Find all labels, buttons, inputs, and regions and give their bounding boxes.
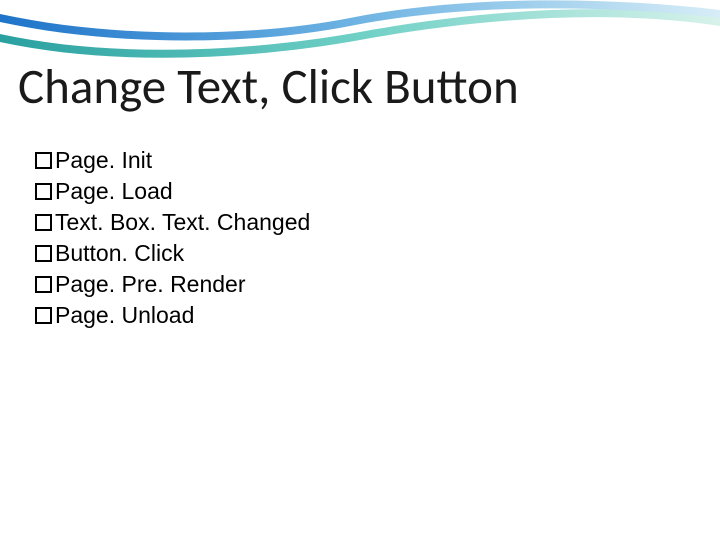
square-bullet-icon xyxy=(35,152,52,169)
bullet-text: Page. Pre. Render xyxy=(55,269,685,300)
square-bullet-icon xyxy=(35,214,52,231)
square-bullet-icon xyxy=(35,245,52,262)
list-item: Page. Load xyxy=(35,176,685,207)
bullet-text: Button. Click xyxy=(55,238,685,269)
list-item: Page. Unload xyxy=(35,300,685,331)
list-item: Page. Init xyxy=(35,145,685,176)
bullet-text: Page. Unload xyxy=(55,300,685,331)
list-item: Button. Click xyxy=(35,238,685,269)
bullet-text: Page. Init xyxy=(55,145,685,176)
list-item: Page. Pre. Render xyxy=(35,269,685,300)
bullet-text: Text. Box. Text. Changed xyxy=(55,207,685,238)
square-bullet-icon xyxy=(35,307,52,324)
bullet-list: Page. Init Page. Load Text. Box. Text. C… xyxy=(35,145,685,331)
bullet-text: Page. Load xyxy=(55,176,685,207)
square-bullet-icon xyxy=(35,183,52,200)
slide-title: Change Text, Click Button xyxy=(18,62,519,113)
header-wave xyxy=(0,0,720,60)
list-item: Text. Box. Text. Changed xyxy=(35,207,685,238)
square-bullet-icon xyxy=(35,276,52,293)
